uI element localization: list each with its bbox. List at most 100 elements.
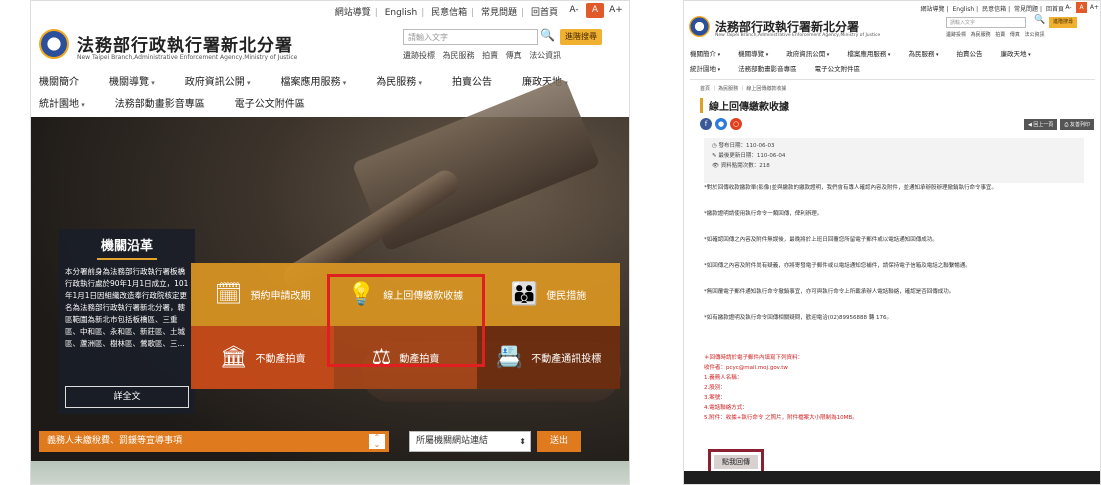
quick-link[interactable]: 傳真 [1010,32,1020,38]
notice-text: 義務人未繳稅費、罰鍰等宣導事項 [47,436,183,446]
quick-link[interactable]: 拍賣 [482,51,498,60]
calendar-icon: 🗓 [214,282,243,307]
top-link-mailbox[interactable]: 民意信箱 [431,8,467,18]
footer-bar [684,471,1100,484]
instruction-line: 5.附件：收據+執行命令 之照片，附件檔案大小限制為10MB。 [704,415,858,421]
building-icon: 🏛 [219,345,248,370]
submit-button[interactable]: 送出 [537,431,581,452]
search-input[interactable]: 請輸入文字 [946,17,1026,28]
notice-bar[interactable]: 義務人未繳稅費、罰鍰等宣導事項 ⌃ ⌄ [39,431,389,452]
nav-item-media[interactable]: 法務部動畫影音專區 [115,95,205,110]
nav-item-auction[interactable]: 拍賣公告 [452,73,492,88]
font-larger-button[interactable]: A+ [1089,2,1100,13]
font-smaller-button[interactable]: A- [1063,2,1074,13]
search-input[interactable]: 請輸入文字 [403,29,538,45]
advanced-search-button[interactable]: 進階搜尋 [560,29,602,45]
tile-reschedule[interactable]: 🗓 預約申請改期 [191,263,334,326]
site-title[interactable]: 法務部行政執行署新北分署 [77,31,293,56]
nav-item-auction[interactable]: 拍賣公告 [957,48,983,58]
search-icon[interactable]: 🔍 [540,28,555,42]
page-actions: ◀ 回上一頁 ⎙ 友善列印 [1023,119,1094,130]
agency-logo[interactable] [39,29,69,59]
top-link-faq[interactable]: 常見問題 [1014,6,1038,13]
upload-reply-button[interactable]: 點我回傳 [714,455,758,469]
search-icon[interactable]: 🔍 [1034,15,1045,25]
nav-item-statistics[interactable]: 統計園地 [39,95,85,110]
quick-link[interactable]: 法公資訊 [1024,32,1044,38]
top-link-faq[interactable]: 常見問題 [481,8,517,18]
facebook-icon[interactable]: f [700,118,712,130]
quick-link[interactable]: 遺跡投標 [946,32,966,38]
nav-item-archives[interactable]: 檔案應用服務 [281,73,347,88]
plurk-icon[interactable]: ○ [730,118,742,130]
top-bar: 網站導覽 | English | 民意信箱 | 常見問題 | 回首頁 A- A A+ [31,1,629,19]
tile-mail-bidding[interactable]: 📇 不動產通訊投標 [477,326,620,389]
article-body: *對於回傳收款繳款單(影像)並與繳款的繳款證明，我們會有專人確認內容及附件，並通… [704,184,1094,340]
quick-links: 遺跡投標 為民服務 拍賣 傳真 法公資訊 [946,31,1047,38]
top-link-home[interactable]: 回首頁 [1046,6,1064,13]
font-larger-button[interactable]: A+ [607,3,625,18]
top-link-mailbox[interactable]: 民意信箱 [982,6,1006,13]
nav-item-integrity[interactable]: 廉政天地 [1001,48,1031,58]
read-more-button[interactable]: 詳全文 [65,386,189,408]
advanced-search-button[interactable]: 進階搜尋 [1049,17,1077,28]
instruction-line: 2.股別： [704,385,726,391]
quick-link[interactable]: 法公資訊 [529,51,561,60]
instruction-line: 4.電話聯絡方式： [704,405,748,411]
nav-item-statistics[interactable]: 統計園地 [690,63,720,73]
font-normal-button[interactable]: A [1076,2,1087,13]
quick-link[interactable]: 為民服務 [971,32,991,38]
font-smaller-button[interactable]: A- [565,3,583,18]
nav-item-guide[interactable]: 機關導覽 [738,48,768,58]
tile-convenience[interactable]: 👪 便民措施 [477,263,620,326]
history-text: 本分署前身為法務部行政執行署板橋行政執行處於90年1月1日成立，101年1月1日… [65,267,189,348]
paragraph: *對於回傳收款繳款單(影像)並與繳款的繳款證明，我們會有專人確認內容及附件，並通… [704,185,998,191]
nav-item-about[interactable]: 機關簡介 [39,73,79,88]
nav-item-media[interactable]: 法務部動畫影音專區 [738,63,797,73]
tile-real-estate-auction[interactable]: 🏛 不動產拍賣 [191,326,334,389]
breadcrumb[interactable]: 首頁 ｜ 為民服務 ｜ 線上回傳繳款收據 [700,85,786,92]
nav-item-services[interactable]: 為民服務 [908,48,938,58]
print-button[interactable]: ⎙ 友善列印 [1060,119,1094,130]
view-count: 👁 資料點閱次數：218 [712,163,770,169]
font-normal-button[interactable]: A [586,3,604,18]
nav-item-guide[interactable]: 機關導覽 [109,73,155,88]
nav-item-open-info[interactable]: 政府資訊公開 [786,48,829,58]
quick-link[interactable]: 為民服務 [443,51,475,60]
top-link-sitemap[interactable]: 網站導覽 [921,6,945,13]
top-link-sitemap[interactable]: 網站導覽 [335,8,371,18]
site-subtitle: New Taipei Branch,Administrative Enforce… [77,54,298,61]
line-icon[interactable]: ● [715,118,727,130]
font-size-controls: A- A A+ [1063,2,1100,13]
instruction-email[interactable]: 收件者：pcyc@mail.moj.gov.tw [704,363,1094,373]
quick-link[interactable]: 遺跡投標 [403,51,435,60]
highlight-box [327,274,485,367]
nav-item-services[interactable]: 為民服務 [376,73,422,88]
homepage-screenshot: 網站導覽 | English | 民意信箱 | 常見問題 | 回首頁 A- A A+ 法… [30,0,630,485]
related-sites-select[interactable]: 所屬機關網站連結 ⬍ [409,431,531,452]
instruction-line: ＊回傳時請於電子郵件內填寫下列資料： [704,355,804,361]
tile-label: 不動產通訊投標 [531,354,602,365]
family-icon: 👪 [510,282,539,307]
paragraph: *如有繳款證明及執行命令回傳相關疑問，歡迎電洽(02)89956888 轉 17… [704,315,893,321]
nav-item-documents[interactable]: 電子公文附件區 [235,95,305,110]
nav-item-archives[interactable]: 檔案應用服務 [847,48,890,58]
chevron-updown-icon[interactable]: ⌃ ⌄ [369,434,385,449]
top-links: 網站導覽 | English | 民意信箱 | 常見問題 | 回首頁 [334,8,558,18]
top-link-home[interactable]: 回首頁 [531,8,558,18]
nav-item-documents[interactable]: 電子公文附件區 [815,63,861,73]
top-links: 網站導覽 | English | 民意信箱 | 常見問題 | 回首頁 [920,6,1064,13]
top-link-english[interactable]: English [385,8,418,18]
share-buttons: f ● ○ [700,118,742,130]
map-strip [31,461,629,484]
tile-label: 不動產拍賣 [255,354,306,365]
page-title: 線上回傳繳款收據 [700,98,789,113]
quick-link[interactable]: 拍賣 [995,32,1005,38]
nav-item-open-info[interactable]: 政府資訊公開 [185,73,251,88]
quick-link[interactable]: 傳真 [506,51,522,60]
back-button[interactable]: ◀ 回上一頁 [1023,119,1058,130]
agency-logo[interactable] [689,16,710,37]
nav-item-about[interactable]: 機關簡介 [690,48,720,58]
receipt-page-screenshot: 網站導覽 | English | 民意信箱 | 常見問題 | 回首頁 A- A A+ 法… [683,0,1101,485]
top-link-english[interactable]: English [952,6,974,13]
